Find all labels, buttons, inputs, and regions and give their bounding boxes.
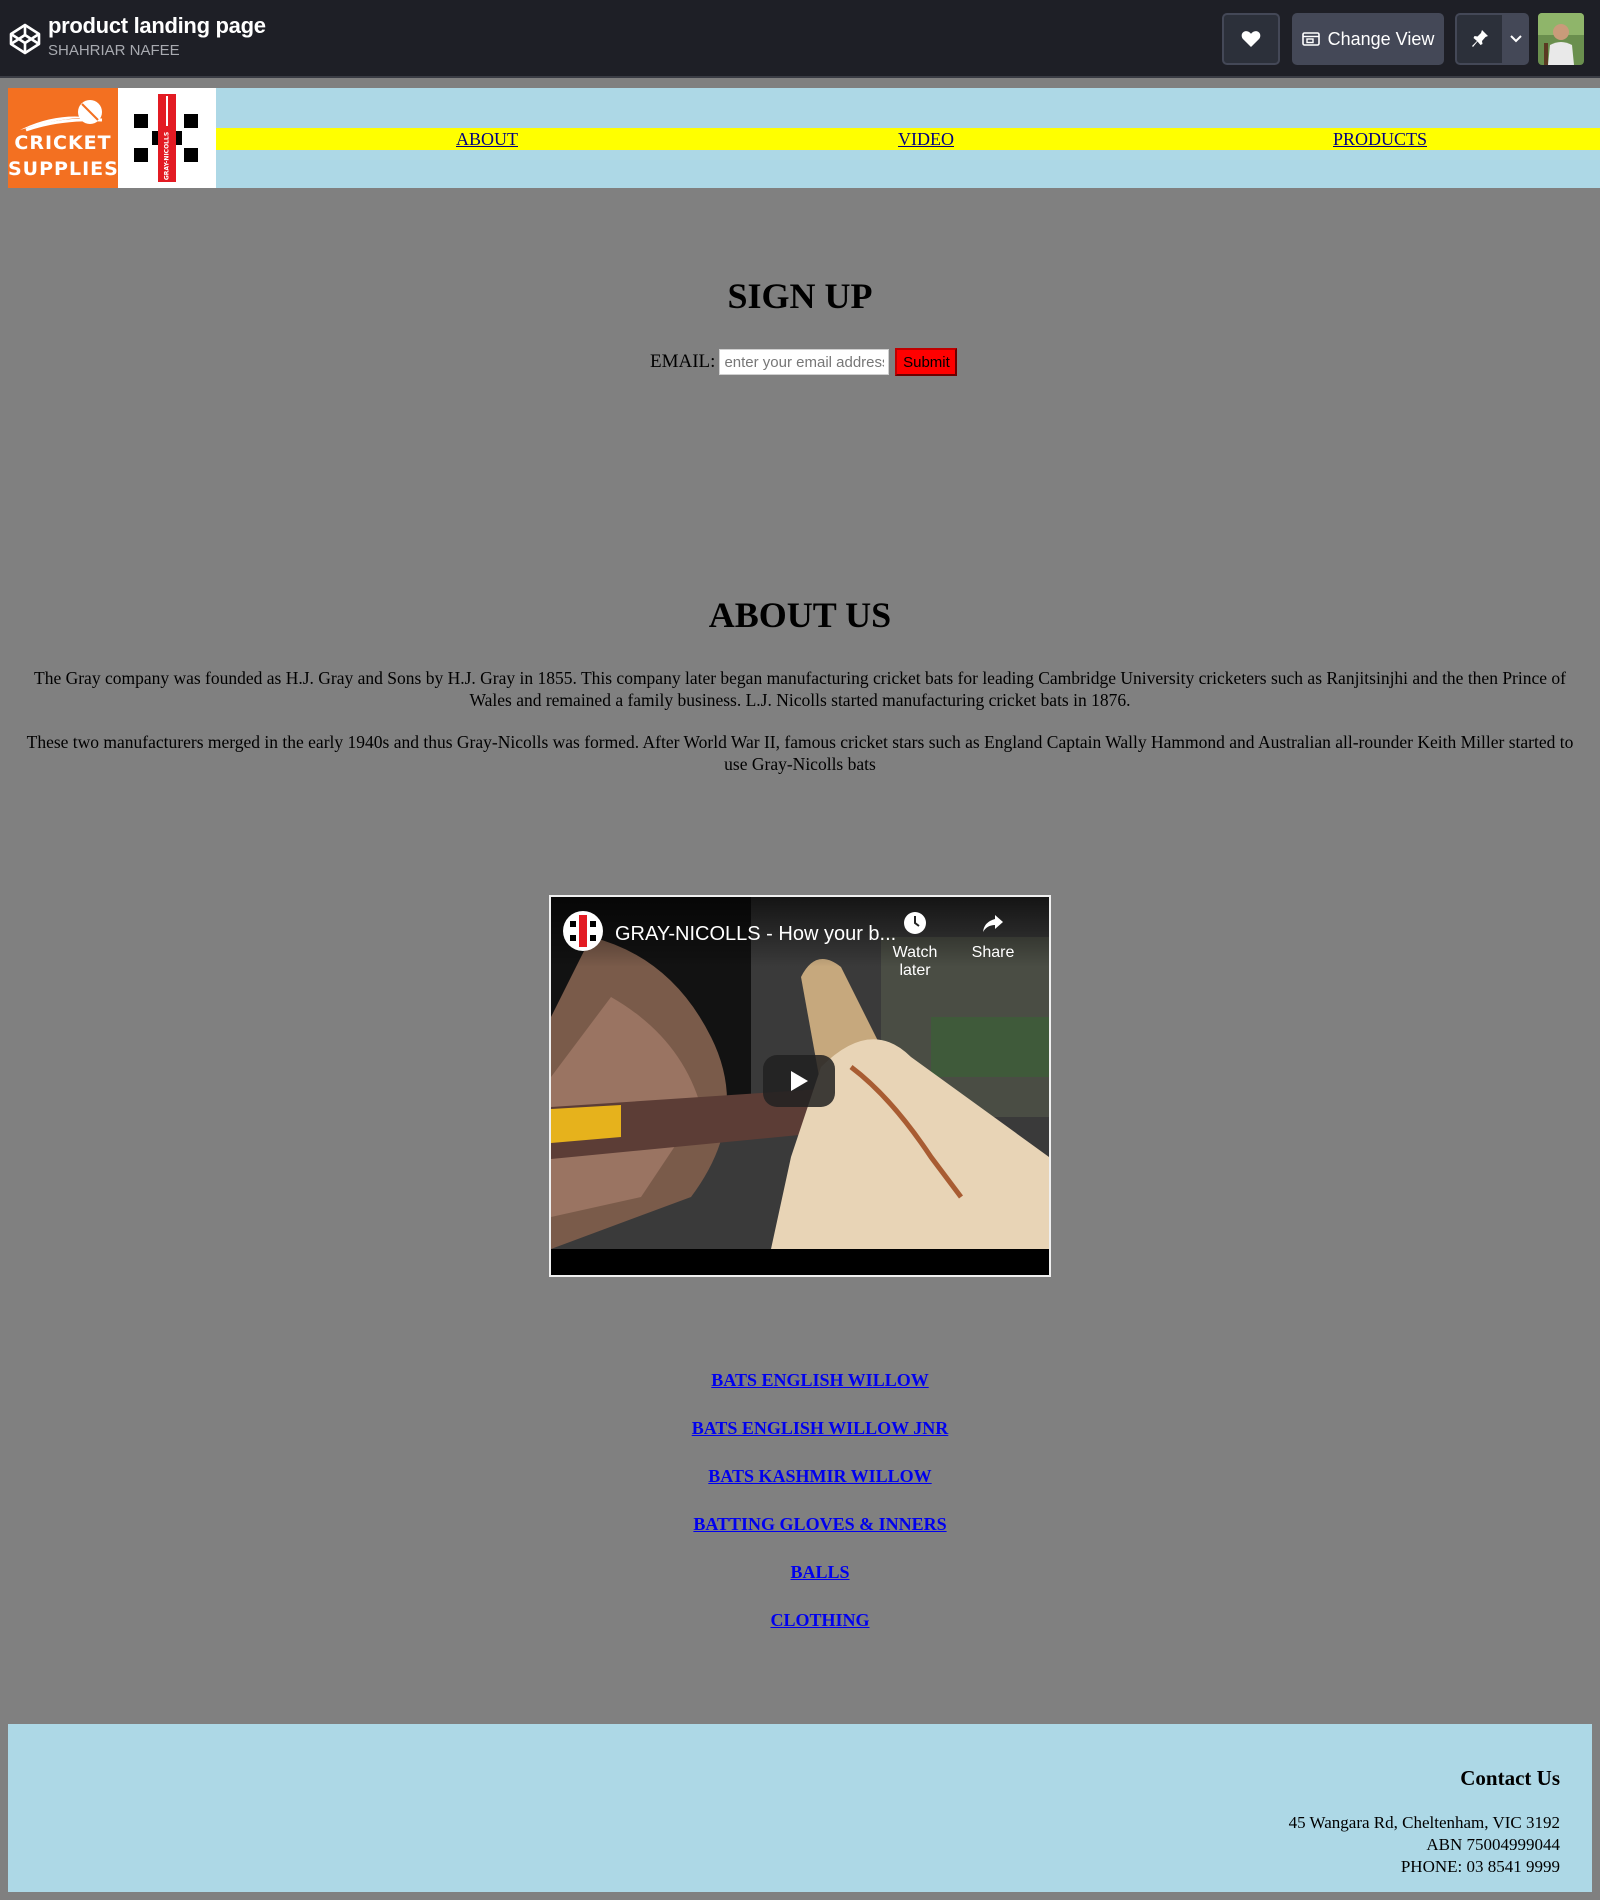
submit-button[interactable]: Submit xyxy=(895,348,958,376)
about-paragraph-2: These two manufacturers merged in the ea… xyxy=(26,732,1574,774)
email-input[interactable] xyxy=(719,349,890,375)
nav-bar: ABOUT VIDEO PRODUCTS xyxy=(216,128,1600,150)
user-avatar[interactable] xyxy=(1538,13,1584,65)
product-link-batting-gloves-inners[interactable]: BATTING GLOVES & INNERS xyxy=(0,1514,1600,1535)
watch-later-button[interactable]: Watch later xyxy=(875,911,955,980)
pin-toggle[interactable] xyxy=(1457,15,1505,63)
contact-heading: Contact Us xyxy=(1460,1766,1560,1790)
chevron-down-icon xyxy=(1509,35,1522,43)
product-link-bats-kashmir-willow[interactable]: BATS KASHMIR WILLOW xyxy=(0,1466,1600,1487)
about-heading: ABOUT US xyxy=(708,595,892,635)
video-embed[interactable]: GRAY-NICOLLS - How your b... Watch later… xyxy=(549,895,1051,1277)
contact-abn: ABN 75004999044 xyxy=(1426,1835,1560,1854)
share-button[interactable]: Share xyxy=(953,911,1033,962)
love-button[interactable] xyxy=(1222,13,1280,65)
change-view-label: Change View xyxy=(1327,28,1435,49)
play-icon xyxy=(791,1071,808,1091)
brand-logo-text: GRAY-NICOLLS xyxy=(163,131,171,181)
product-link-bats-english-willow[interactable]: BATS ENGLISH WILLOW xyxy=(0,1370,1600,1391)
signup-heading: SIGN UP xyxy=(727,276,873,316)
watch-later-label: Watch later xyxy=(892,944,938,979)
product-link-bats-english-willow-jnr[interactable]: BATS ENGLISH WILLOW JNR xyxy=(0,1418,1600,1439)
pen-title[interactable]: product landing page xyxy=(48,12,266,40)
contact-details: 45 Wangara Rd, Cheltenham, VIC 3192 ABN … xyxy=(1289,1812,1560,1878)
codepen-logo-icon[interactable] xyxy=(8,22,42,56)
channel-avatar-icon[interactable] xyxy=(563,911,603,951)
pin-dropdown[interactable] xyxy=(1504,15,1527,63)
product-link-balls[interactable]: BALLS xyxy=(0,1562,1600,1583)
change-view-icon xyxy=(1301,32,1320,46)
nav-link-about[interactable]: ABOUT xyxy=(456,128,518,150)
share-icon xyxy=(983,915,1003,932)
nav-link-video[interactable]: VIDEO xyxy=(898,128,954,150)
nav-link-products[interactable]: PRODUCTS xyxy=(1333,128,1427,150)
pen-author[interactable]: SHAHRIAR NAFEE xyxy=(48,42,266,60)
contact-address: 45 Wangara Rd, Cheltenham, VIC 3192 xyxy=(1288,1813,1560,1832)
pin-button[interactable] xyxy=(1455,13,1529,65)
share-label: Share xyxy=(971,944,1015,961)
signup-form: EMAIL: Submit xyxy=(650,348,958,376)
contact-phone: PHONE: 03 8541 9999 xyxy=(1400,1857,1560,1876)
codepen-topbar: product landing page SHAHRIAR NAFEE Chan… xyxy=(0,0,1600,78)
clock-icon xyxy=(904,912,926,934)
logo-text-cricket: CRICKET xyxy=(14,132,112,154)
contact-footer: Contact Us 45 Wangara Rd, Cheltenham, VI… xyxy=(8,1724,1592,1892)
pen-title-block: product landing page SHAHRIAR NAFEE xyxy=(48,12,266,60)
logo-text-supplies: SUPPLIES xyxy=(8,158,119,180)
about-paragraph-1: The Gray company was founded as H.J. Gra… xyxy=(34,668,1566,710)
play-button[interactable] xyxy=(763,1055,835,1107)
gray-nicolls-logo[interactable]: GRAY-NICOLLS xyxy=(118,88,216,188)
product-link-clothing[interactable]: CLOTHING xyxy=(0,1610,1600,1631)
change-view-button[interactable]: Change View xyxy=(1292,13,1444,65)
video-title[interactable]: GRAY-NICOLLS - How your b... xyxy=(615,923,896,946)
email-label: EMAIL: xyxy=(650,351,716,372)
heart-icon xyxy=(1241,31,1261,47)
pin-icon xyxy=(1471,30,1488,47)
cricket-supplies-logo[interactable]: CRICKET SUPPLIES xyxy=(8,88,118,188)
cricket-ball-swoosh-icon xyxy=(20,100,103,132)
site-header: CRICKET SUPPLIES GRAY-NICOLLS ABOUT VIDE… xyxy=(8,88,1600,188)
